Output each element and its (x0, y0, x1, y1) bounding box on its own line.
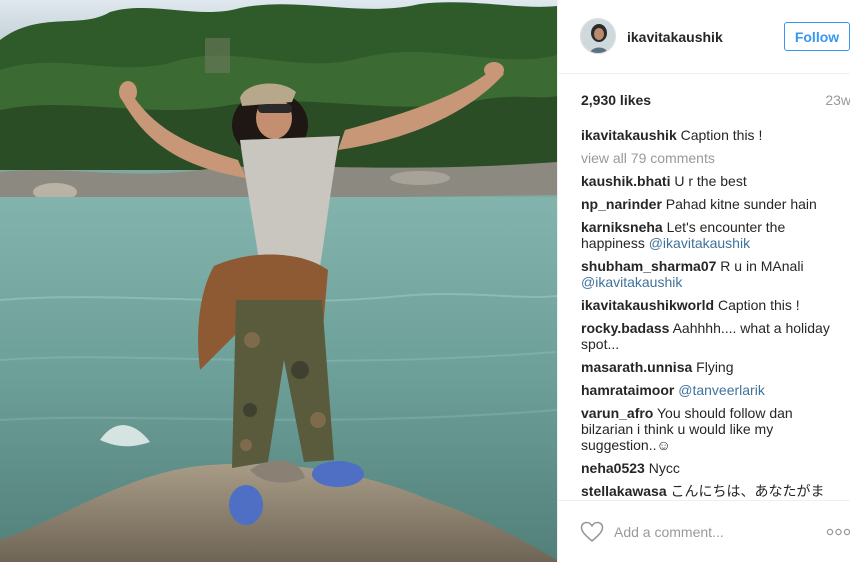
comment-username[interactable]: neha0523 (581, 460, 645, 476)
comments-list: ikavitakaushik Caption this ! view all 7… (581, 127, 833, 497)
comment-username[interactable]: ikavitakaushik (581, 127, 677, 143)
comment-mention[interactable]: @ikavitakaushik (581, 274, 682, 290)
add-comment-input[interactable] (614, 522, 804, 542)
comment-username[interactable]: rocky.badass (581, 320, 669, 336)
view-all-comments-link[interactable]: view all 79 comments (581, 150, 833, 166)
comment-username[interactable]: hamrataimoor (581, 382, 674, 398)
avatar[interactable] (580, 18, 616, 54)
post-stats: 2,930 likes 23w (581, 92, 850, 110)
post-sidebar: ikavitakaushik Follow 2,930 likes 23w ik… (557, 0, 850, 562)
comment-item: np_narinder Pahad kitne sunder hain (581, 196, 833, 212)
comment-username[interactable]: varun_afro (581, 405, 653, 421)
comment-username[interactable]: kaushik.bhati (581, 173, 670, 189)
post-photo[interactable] (0, 0, 557, 562)
comment-item: karniksneha Let's encounter the happines… (581, 219, 833, 251)
comment-item: rocky.badass Aahhhh.... what a holiday s… (581, 320, 833, 352)
avatar-image (581, 19, 615, 53)
post-photo-image (0, 0, 557, 562)
comment-item: shubham_sharma07 R u in MAnali @ikavitak… (581, 258, 833, 290)
comment-mention[interactable]: @tanveerlarik (678, 382, 765, 398)
comment-item: kaushik.bhati U r the best (581, 173, 833, 189)
comment-username[interactable]: ikavitakaushikworld (581, 297, 714, 313)
comment-username[interactable]: masarath.unnisa (581, 359, 692, 375)
post-time[interactable]: 23w (825, 92, 850, 108)
comment-text: Caption this ! (680, 127, 763, 143)
comment-text: U r the best (674, 173, 747, 189)
comment-username[interactable]: stellakawasa (581, 483, 667, 497)
comment-footer (558, 500, 850, 562)
heart-outline-icon[interactable] (580, 521, 604, 543)
more-options-icon[interactable] (826, 525, 850, 539)
comment-text: Nycc (648, 460, 680, 476)
instagram-post: ikavitakaushik Follow 2,930 likes 23w ik… (0, 0, 850, 562)
post-header: ikavitakaushik Follow (558, 0, 850, 74)
comment-item: stellakawasa こんにちは、あなたがまる方 (581, 483, 833, 497)
comment-text: R u in MAnali (720, 258, 804, 274)
comment-item: varun_afro You should follow dan bilzari… (581, 405, 833, 453)
post-author-username[interactable]: ikavitakaushik (627, 29, 723, 45)
comment-text: Pahad kitne sunder hain (665, 196, 817, 212)
caption: ikavitakaushik Caption this ! (581, 127, 833, 143)
follow-button[interactable]: Follow (784, 22, 850, 51)
likes-count[interactable]: 2,930 likes (581, 92, 651, 108)
comment-username[interactable]: shubham_sharma07 (581, 258, 716, 274)
comment-text: Flying (696, 359, 734, 375)
comment-text: Caption this ! (717, 297, 800, 313)
comment-mention[interactable]: @ikavitakaushik (649, 235, 750, 251)
comment-item: ikavitakaushikworld Caption this ! (581, 297, 833, 313)
comment-username[interactable]: karniksneha (581, 219, 663, 235)
comment-username[interactable]: np_narinder (581, 196, 662, 212)
comment-item: hamrataimoor @tanveerlarik (581, 382, 833, 398)
comment-item: neha0523 Nycc (581, 460, 833, 476)
comment-item: masarath.unnisa Flying (581, 359, 833, 375)
